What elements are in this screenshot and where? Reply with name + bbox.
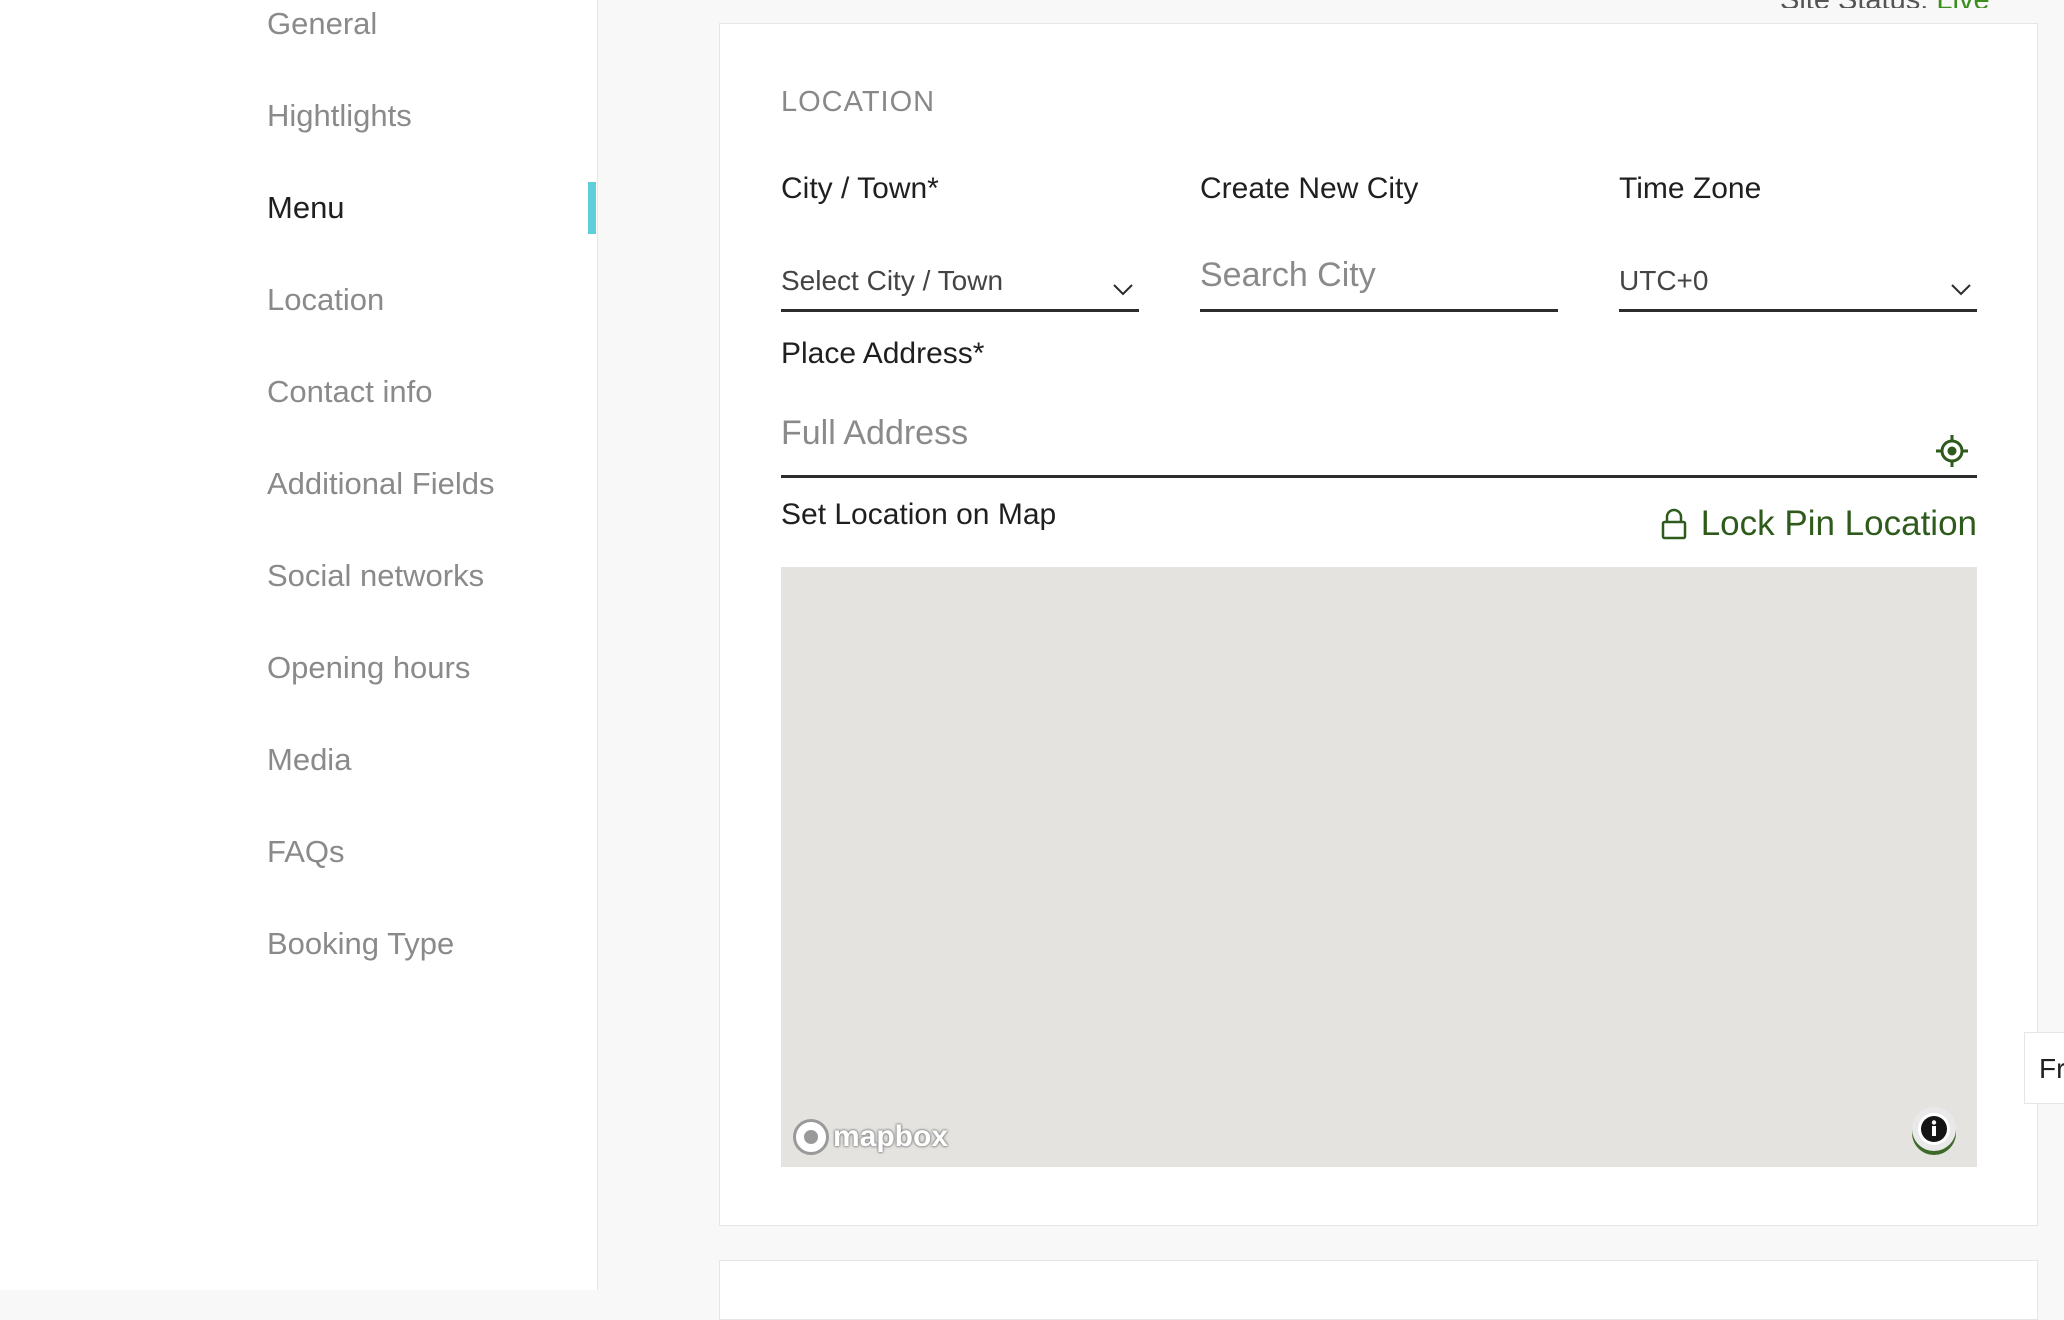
- sidebar-item-opening-hours[interactable]: Opening hours: [267, 650, 470, 686]
- create-city-label: Create New City: [1200, 172, 1419, 205]
- address-input[interactable]: Full Address: [781, 384, 1977, 478]
- active-indicator: [588, 182, 596, 234]
- lock-pin-label: Lock Pin Location: [1700, 504, 1977, 543]
- lock-icon: [1661, 508, 1686, 540]
- mapbox-icon: [793, 1119, 829, 1155]
- address-placeholder: Full Address: [781, 414, 969, 452]
- timezone-select-value: UTC+0: [1619, 265, 1709, 296]
- info-icon[interactable]: [1909, 1105, 1959, 1157]
- map-canvas[interactable]: mapbox: [781, 567, 1977, 1167]
- sidebar-item-media[interactable]: Media: [267, 742, 351, 778]
- section-title: LOCATION: [781, 86, 936, 118]
- city-search-input[interactable]: Search City: [1200, 256, 1558, 312]
- chevron-down-icon: [1113, 284, 1133, 296]
- city-select[interactable]: Select City / Town: [781, 262, 1139, 312]
- sidebar-item-highlights[interactable]: Hightlights: [267, 98, 412, 134]
- lock-pin-button[interactable]: Lock Pin Location: [1661, 502, 1977, 546]
- timezone-select[interactable]: UTC+0: [1619, 262, 1977, 312]
- sidebar-item-faqs[interactable]: FAQs: [267, 834, 345, 870]
- city-search-placeholder: Search City: [1200, 256, 1376, 294]
- location-card: LOCATION City / Town* Select City / Town…: [719, 23, 2038, 1226]
- mapbox-logo[interactable]: mapbox: [793, 1119, 948, 1155]
- map-label: Set Location on Map: [781, 498, 1057, 531]
- edge-tab-text: Fr: [2039, 1053, 2064, 1084]
- sidebar-item-contact-info[interactable]: Contact info: [267, 374, 432, 410]
- chevron-down-icon: [1951, 284, 1971, 296]
- sidebar-item-booking-type[interactable]: Booking Type: [267, 926, 454, 962]
- sidebar-item-general[interactable]: General: [267, 6, 377, 42]
- edge-tab[interactable]: Fr: [2024, 1032, 2064, 1104]
- next-card: [719, 1260, 2038, 1320]
- city-select-value: Select City / Town: [781, 265, 1004, 296]
- sidebar-item-additional-fields[interactable]: Additional Fields: [267, 466, 494, 502]
- address-label: Place Address*: [781, 337, 985, 370]
- mapbox-wordmark: mapbox: [833, 1120, 949, 1153]
- site-status: Site Status: Live: [1780, 0, 1990, 8]
- sidebar-item-location[interactable]: Location: [267, 282, 384, 318]
- locate-target-icon[interactable]: [1935, 434, 1969, 468]
- site-status-value: Live: [1936, 0, 1989, 8]
- site-status-label: Site Status:: [1780, 0, 1928, 8]
- sidebar-item-menu[interactable]: Menu: [267, 190, 345, 226]
- sidebar: General Hightlights Menu Location Contac…: [0, 0, 598, 1290]
- city-label: City / Town*: [781, 172, 939, 205]
- sidebar-item-social-networks[interactable]: Social networks: [267, 558, 484, 594]
- timezone-label: Time Zone: [1619, 172, 1762, 205]
